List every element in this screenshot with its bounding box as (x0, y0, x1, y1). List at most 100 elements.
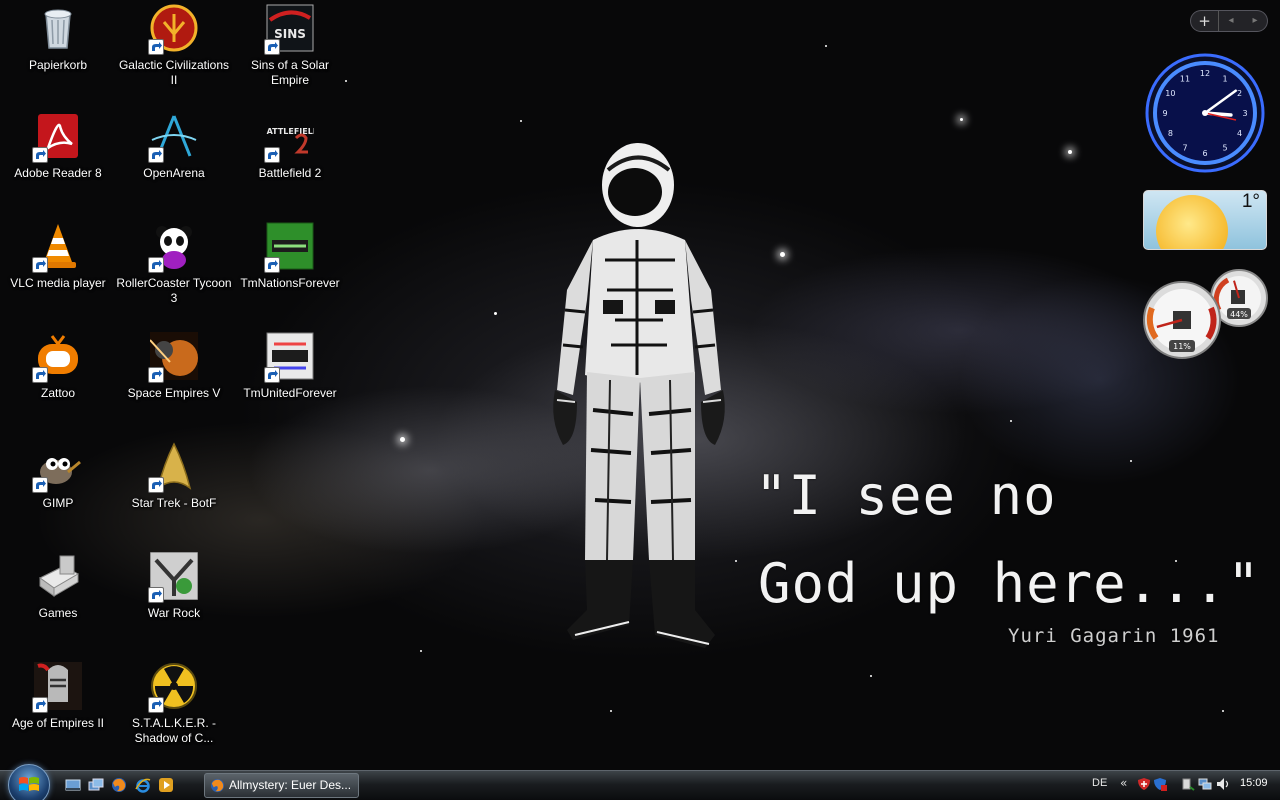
desktop-icon-tmnationsforever[interactable]: TmNationsForever (232, 222, 348, 291)
star (870, 675, 872, 677)
star (1010, 420, 1012, 422)
desktop-icon-games[interactable]: Games (0, 552, 116, 621)
show-desktop-icon[interactable] (65, 777, 81, 793)
desktop-icon-label: Battlefield 2 (258, 166, 322, 180)
astronaut-figure (553, 143, 725, 648)
battlefield-logo-icon: BATTLEFIELD (264, 112, 314, 163)
recycle-bin-icon (34, 4, 82, 52)
desktop-icon-vlc-media-player[interactable]: VLC media player (0, 222, 116, 291)
desktop-icon-openarena[interactable]: OpenArena (116, 112, 232, 181)
openarena-logo-icon (148, 112, 198, 163)
clock-numeral: 5 (1222, 144, 1227, 153)
volume-icon[interactable] (1216, 777, 1230, 791)
security-center-icon[interactable] (1153, 777, 1167, 791)
sidebar-add-gadget-button[interactable]: + (1191, 11, 1219, 31)
desktop-icon-age-of-empires-ii[interactable]: Age of Empires II (0, 662, 116, 731)
panda-icon (148, 222, 198, 273)
shortcut-arrow-icon (148, 367, 164, 383)
desktop-icon-sins-of-a-solar-empire[interactable]: SINS Sins of a Solar Empire (232, 4, 348, 88)
shortcut-arrow-icon (32, 477, 48, 493)
shortcut-arrow-icon (148, 697, 164, 713)
clock-numeral: 8 (1168, 129, 1173, 138)
galactic-civ-emblem-icon (148, 4, 198, 55)
switch-windows-icon[interactable] (88, 777, 104, 793)
desktop-icon-label: Age of Empires II (11, 716, 105, 730)
desktop-icon-papierkorb[interactable]: Papierkorb (0, 4, 116, 73)
star (1222, 710, 1224, 712)
desktop-icon-space-empires-v[interactable]: Space Empires V (116, 332, 232, 401)
war-rock-icon (148, 552, 198, 603)
desktop-icon-battlefield-2[interactable]: BATTLEFIELD Battlefield 2 (232, 112, 348, 181)
wallpaper-quote-line-1: "I see no (755, 464, 1057, 527)
desktop-icon-adobe-reader-8[interactable]: Adobe Reader 8 (0, 112, 116, 181)
adobe-reader-icon (32, 112, 82, 163)
clock-numeral: 7 (1182, 144, 1187, 153)
desktop-icon-war-rock[interactable]: War Rock (116, 552, 232, 621)
star (1068, 150, 1072, 154)
taskbar-window-allmystery[interactable]: Allmystery: Euer Des... (204, 773, 359, 798)
clock-numeral: 3 (1242, 109, 1247, 118)
desktop-icon-tmunitedforever[interactable]: TmUnitedForever (232, 332, 348, 401)
desktop-icon-stalker[interactable]: S.T.A.L.K.E.R. - Shadow of C... (116, 662, 232, 746)
desktop-icon-label: Zattoo (40, 386, 76, 400)
wallpaper-quote-line-2: God up here..." (758, 552, 1261, 615)
tray-expand-button[interactable]: « (1120, 776, 1127, 790)
desktop-icon-gimp[interactable]: GIMP (0, 442, 116, 511)
desktop-icon-rollercoaster-tycoon-3[interactable]: RollerCoaster Tycoon 3 (116, 222, 232, 306)
taskbar-clock[interactable]: 15:09 (1240, 777, 1268, 789)
star (960, 118, 963, 121)
shortcut-arrow-icon (264, 147, 280, 163)
shortcut-arrow-icon (32, 147, 48, 163)
desktop-icon-galactic-civilizations-ii[interactable]: Galactic Civilizations II (116, 4, 232, 88)
shortcut-arrow-icon (148, 39, 164, 55)
desktop-icon-zattoo[interactable]: Zattoo (0, 332, 116, 401)
star (400, 437, 405, 442)
shortcut-arrow-icon (264, 367, 280, 383)
internet-explorer-icon[interactable] (135, 777, 151, 793)
shortcut-arrow-icon (148, 257, 164, 273)
clock-numeral: 10 (1165, 89, 1175, 98)
sun-icon (1156, 195, 1228, 249)
shortcut-arrow-icon (32, 697, 48, 713)
star (735, 560, 737, 562)
desktop-icon-label: Galactic Civilizations II (118, 58, 230, 87)
shortcut-arrow-icon (32, 367, 48, 383)
media-player-icon[interactable] (158, 777, 174, 793)
network-icon[interactable] (1198, 777, 1212, 791)
star (1130, 460, 1132, 462)
svg-text:BATTLEFIELD: BATTLEFIELD (266, 127, 314, 136)
desktop-icon-label: OpenArena (143, 166, 205, 180)
windows-logo-icon (19, 777, 39, 791)
wallpaper-quote-author: Yuri Gagarin 1961 (1008, 625, 1220, 647)
language-indicator[interactable]: DE (1092, 777, 1107, 789)
clock-gadget[interactable]: 121234567891011 (1144, 52, 1266, 174)
weather-gadget[interactable]: 1° (1143, 190, 1267, 250)
desktop-icon-label: Sins of a Solar Empire (250, 58, 330, 87)
clock-numeral: 4 (1237, 129, 1242, 138)
start-button[interactable] (8, 764, 50, 800)
sidebar-previous-button[interactable]: ◂ (1219, 11, 1243, 31)
weather-temperature: 1° (1241, 191, 1260, 212)
clock-numeral: 12 (1200, 69, 1210, 78)
clock-numeral: 6 (1202, 149, 1207, 158)
tm-united-icon (264, 332, 314, 383)
vlc-cone-icon (32, 222, 82, 273)
sidebar-next-button[interactable]: ▸ (1243, 11, 1267, 31)
starfleet-badge-icon (148, 442, 198, 493)
shortcut-arrow-icon (148, 587, 164, 603)
clock-numeral: 11 (1180, 74, 1190, 83)
antivirus-shield-icon[interactable] (1137, 777, 1151, 791)
desktop-icon-label: Space Empires V (127, 386, 221, 400)
star (520, 120, 522, 122)
desktop-icon-label: TmUnitedForever (243, 386, 337, 400)
safely-remove-hardware-icon[interactable] (1181, 777, 1195, 791)
gimp-mascot-icon (32, 442, 82, 493)
firefox-icon[interactable] (111, 777, 127, 793)
desktop-icon-label: Star Trek - BotF (131, 496, 217, 510)
desktop-icon-label: Games (38, 606, 78, 620)
desktop-icon-star-trek-botf[interactable]: Star Trek - BotF (116, 442, 232, 511)
memory-usage-readout: 44% (1230, 310, 1248, 319)
clock-numeral: 9 (1162, 109, 1167, 118)
desktop-icon-label: GIMP (42, 496, 74, 510)
cpu-meter-gadget[interactable]: 44% 11% (1142, 268, 1270, 360)
